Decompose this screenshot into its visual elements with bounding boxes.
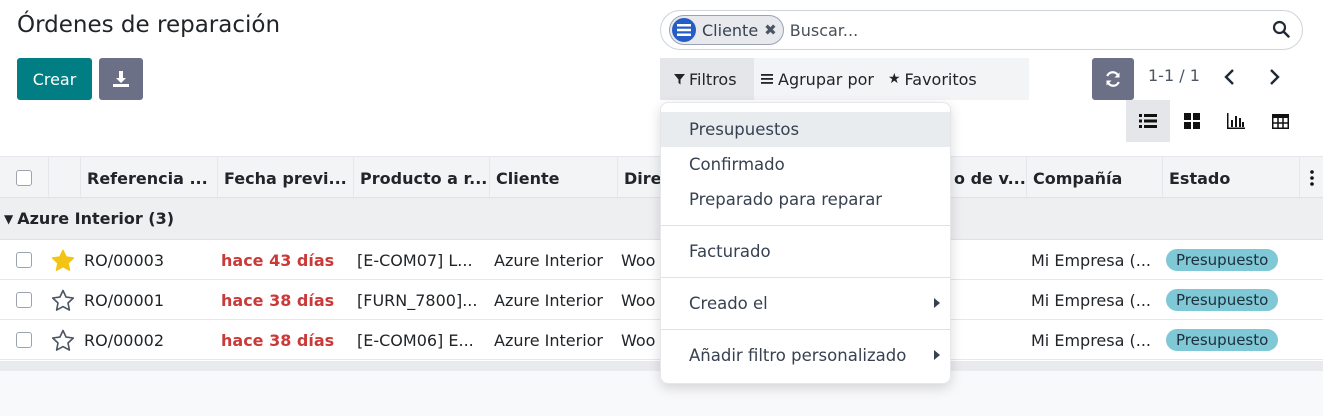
row-checkbox[interactable]: [16, 332, 32, 348]
refresh-icon: [1106, 71, 1120, 87]
star-icon: ★: [887, 71, 901, 87]
row-checkbox-cell: [16, 240, 36, 280]
row-checkbox-cell: [16, 280, 36, 320]
row-checkbox-cell: [16, 320, 36, 360]
select-all-cell: [0, 157, 48, 199]
column-options-icon[interactable]: [1299, 157, 1323, 199]
search-facet-label: Cliente: [702, 20, 759, 40]
cell-product: [E-COM07] L...: [357, 250, 473, 270]
caret-right-icon: [934, 298, 940, 308]
close-icon[interactable]: ✖: [764, 21, 777, 39]
filters-toggle[interactable]: Filtros: [660, 58, 754, 100]
table-icon: [1271, 113, 1289, 129]
cell-address: Woo: [621, 250, 656, 270]
row-checkbox[interactable]: [16, 252, 32, 268]
download-button[interactable]: [99, 58, 143, 100]
caret-down-icon: ▼: [4, 211, 14, 226]
filter-created-on[interactable]: Creado el: [661, 286, 950, 321]
header-sale-order[interactable]: o de v...: [950, 157, 1026, 199]
group-label: Azure Interior (3): [17, 209, 175, 228]
header-expected-date[interactable]: Fecha previ...: [217, 157, 353, 199]
group-by-label: Agrupar por: [778, 69, 874, 89]
download-icon: [113, 71, 129, 87]
list-view-icon: [1139, 114, 1157, 128]
pivot-view-button[interactable]: [1258, 100, 1302, 142]
cell-customer: Azure Interior: [494, 330, 604, 350]
star-icon[interactable]: [51, 320, 77, 360]
cell-reference: RO/00002: [84, 330, 164, 350]
pager-value[interactable]: 1-1 / 1: [1148, 66, 1200, 85]
filter-quotations[interactable]: Presupuestos: [661, 112, 950, 147]
cell-reference: RO/00003: [84, 250, 164, 270]
caret-right-icon: [934, 350, 940, 360]
header-status[interactable]: Estado: [1162, 157, 1299, 199]
bar-chart-icon: [1227, 113, 1245, 129]
filter-confirmed[interactable]: Confirmado: [661, 147, 950, 182]
cell-reference: RO/00001: [84, 290, 164, 310]
status-badge-cell: Presupuesto: [1166, 320, 1296, 360]
header-product[interactable]: Producto a r...: [353, 157, 489, 199]
cell-expected-date: hace 38 días: [221, 290, 335, 310]
star-icon[interactable]: [51, 240, 77, 280]
cell-company: Mi Empresa (...: [1031, 250, 1151, 270]
kanban-view-icon: [1184, 113, 1200, 129]
list-icon: [761, 74, 773, 84]
kanban-view-button[interactable]: [1170, 100, 1214, 142]
favorites-label: Favoritos: [904, 69, 977, 89]
status-badge-cell: Presupuesto: [1166, 280, 1296, 320]
header-favorite: [48, 157, 80, 199]
star-icon[interactable]: [51, 280, 77, 320]
filters-label: Filtros: [689, 69, 737, 89]
filter-created-on-label: Creado el: [689, 294, 768, 313]
refresh-button[interactable]: [1092, 58, 1134, 100]
dropdown-divider: [661, 225, 950, 226]
group-by-icon: [672, 18, 696, 42]
page-title: Órdenes de reparación: [17, 12, 281, 38]
chevron-right-icon[interactable]: [1264, 66, 1284, 88]
search-facet[interactable]: Cliente ✖: [669, 15, 784, 45]
cell-company: Mi Empresa (...: [1031, 330, 1151, 350]
status-badge: Presupuesto: [1166, 249, 1279, 271]
status-badge-cell: Presupuesto: [1166, 240, 1296, 280]
cell-product: [E-COM06] E...: [357, 330, 474, 350]
dropdown-divider: [661, 329, 950, 330]
filter-ready-to-repair[interactable]: Preparado para reparar: [661, 182, 950, 217]
chevron-left-icon[interactable]: [1220, 66, 1240, 88]
graph-view-button[interactable]: [1214, 100, 1258, 142]
filter-invoiced[interactable]: Facturado: [661, 234, 950, 269]
favorites-toggle[interactable]: ★ Favoritos: [881, 58, 984, 100]
cell-customer: Azure Interior: [494, 290, 604, 310]
cell-expected-date: hace 43 días: [221, 250, 335, 270]
header-company[interactable]: Compañía: [1026, 157, 1162, 199]
header-customer[interactable]: Cliente: [489, 157, 617, 199]
search-bar[interactable]: Cliente ✖: [660, 10, 1303, 50]
cell-address: Woo: [621, 290, 656, 310]
list-view-button[interactable]: [1126, 100, 1170, 142]
add-custom-filter[interactable]: Añadir filtro personalizado: [661, 338, 950, 373]
view-switcher: [1126, 100, 1302, 142]
header-address[interactable]: Direc: [617, 157, 663, 199]
cell-product: [FURN_7800]...: [357, 290, 478, 310]
status-badge: Presupuesto: [1166, 329, 1279, 351]
row-checkbox[interactable]: [16, 292, 32, 308]
create-button[interactable]: Crear: [17, 58, 92, 100]
header-reference[interactable]: Referencia ...: [80, 157, 217, 199]
search-panel-toggles: Filtros Agrupar por ★ Favoritos: [660, 58, 1029, 100]
filter-icon: [674, 73, 685, 84]
select-all-checkbox[interactable]: [16, 170, 32, 186]
group-by-toggle[interactable]: Agrupar por: [754, 58, 881, 100]
filters-dropdown: Presupuestos Confirmado Preparado para r…: [660, 102, 951, 384]
dropdown-divider: [661, 277, 950, 278]
status-badge: Presupuesto: [1166, 289, 1279, 311]
search-input[interactable]: [789, 20, 1260, 40]
cell-company: Mi Empresa (...: [1031, 290, 1151, 310]
search-icon[interactable]: [1272, 20, 1290, 38]
cell-customer: Azure Interior: [494, 250, 604, 270]
cell-expected-date: hace 38 días: [221, 330, 335, 350]
cell-address: Woo: [621, 330, 656, 350]
add-custom-filter-label: Añadir filtro personalizado: [689, 346, 907, 365]
